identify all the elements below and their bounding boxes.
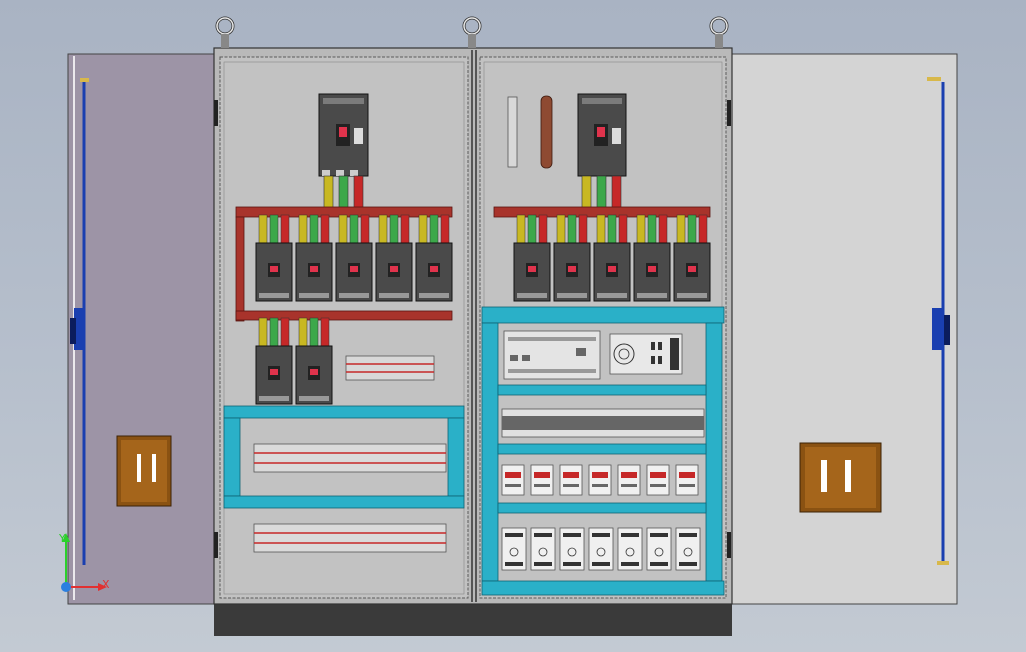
relay-7 [675,527,701,571]
right-main-feed-cables [581,175,622,209]
cabinet-cad-view [67,16,958,636]
breaker-right-top-3 [593,214,631,302]
left-main-breaker [318,93,369,177]
contactor-7 [675,464,699,496]
breaker-left-bottom-2 [295,317,333,405]
axis-x-label: X [102,578,110,591]
right-main-breaker [577,93,627,177]
relay-5 [617,527,643,571]
terminal-rail-grey [507,96,518,168]
breaker-right-top-4 [633,214,671,302]
relay-3 [559,527,585,571]
left-terminal-block-row-2 [253,523,447,553]
right-door-latch [932,308,944,350]
relay-6 [646,527,672,571]
axis-y-label: Y [59,532,66,545]
power-supply-unit [609,333,683,375]
left-branch-breakers-top [255,214,453,302]
contactor-2 [530,464,554,496]
contactor-6 [646,464,670,496]
cabinet-plinth [214,600,732,636]
breaker-left-top-4 [375,214,413,302]
rod-top-cap [80,78,89,82]
contactor-1 [501,464,525,496]
contactor-4 [588,464,612,496]
contactor-3 [559,464,583,496]
right-branch-breakers-top [513,214,711,302]
right-door [729,53,958,605]
left-main-feed-cables [323,175,364,209]
left-terminal-strip-small [345,355,435,381]
breaker-left-top-2 [295,214,333,302]
left-terminal-block-row-1 [253,443,447,473]
relay-2 [530,527,556,571]
relay-row [501,527,701,571]
relay-1 [501,527,527,571]
left-door [67,53,217,605]
right-terminal-block-long [501,408,705,438]
breaker-right-top-2 [553,214,591,302]
plc-module [503,330,601,380]
relay-4 [588,527,614,571]
copper-ground-bar [540,95,553,169]
lifting-eye-center [462,16,482,48]
breaker-left-top-3 [335,214,373,302]
breaker-right-top-1 [513,214,551,302]
lifting-eye-right [709,16,729,48]
breaker-left-top-5 [415,214,453,302]
breaker-right-top-5 [673,214,711,302]
contactor-row [501,464,699,496]
contactor-5 [617,464,641,496]
breaker-left-bottom-1 [255,317,293,405]
breaker-left-top-1 [255,214,293,302]
lifting-eye-left [215,16,235,48]
